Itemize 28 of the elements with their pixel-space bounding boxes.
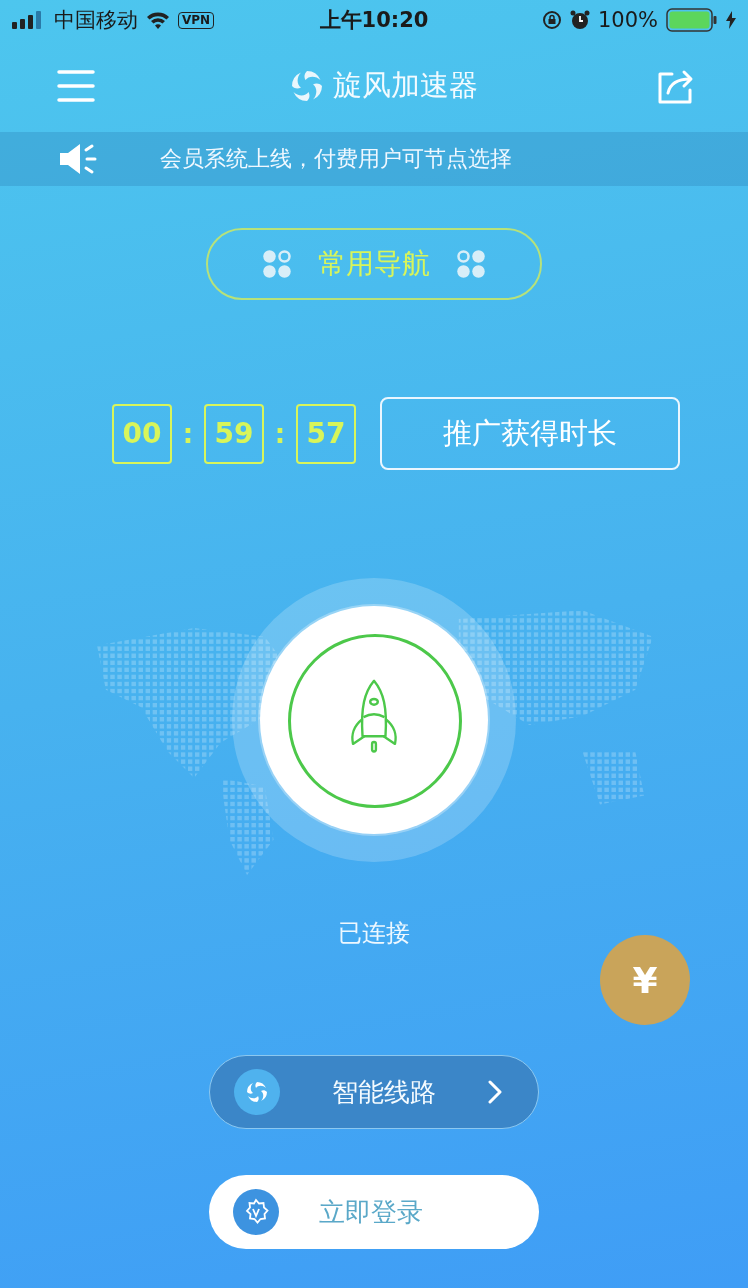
- route-button[interactable]: 智能线路: [209, 1055, 539, 1129]
- timer-digits: 57: [296, 403, 356, 464]
- rotation-lock-icon: [541, 10, 562, 30]
- clover-icon: [456, 249, 486, 279]
- login-button[interactable]: 立即登录: [209, 1175, 539, 1249]
- timer-colon: :: [181, 418, 195, 449]
- wifi-icon: [146, 11, 170, 29]
- chevron-right-icon: [488, 1080, 502, 1104]
- badge-icon: [233, 1189, 279, 1235]
- clover-icon: [262, 249, 292, 279]
- yuan-button[interactable]: ¥: [600, 935, 690, 1025]
- vpn-badge: VPN: [178, 11, 215, 29]
- promote-button[interactable]: 推广获得时长: [380, 397, 680, 470]
- charging-icon: [726, 11, 736, 29]
- speaker-icon: [58, 142, 98, 176]
- app-title: 旋风加速器: [332, 67, 478, 104]
- timer-digits: 59: [204, 403, 264, 464]
- carrier-name: 中国移动: [54, 7, 138, 34]
- alarm-icon: [569, 10, 590, 30]
- swirl-icon: [234, 1069, 280, 1115]
- clock-time: 上午10:20: [319, 7, 429, 34]
- battery-icon: [666, 8, 718, 32]
- connection-status: 已连接: [338, 918, 410, 949]
- timer-digits: 00: [112, 403, 172, 464]
- timer-colon: :: [273, 418, 287, 449]
- battery-percent: 100%: [597, 8, 658, 32]
- navigation-button[interactable]: 常用导航: [206, 228, 542, 300]
- notice-text: 会员系统上线，付费用户可节点选择: [160, 145, 512, 173]
